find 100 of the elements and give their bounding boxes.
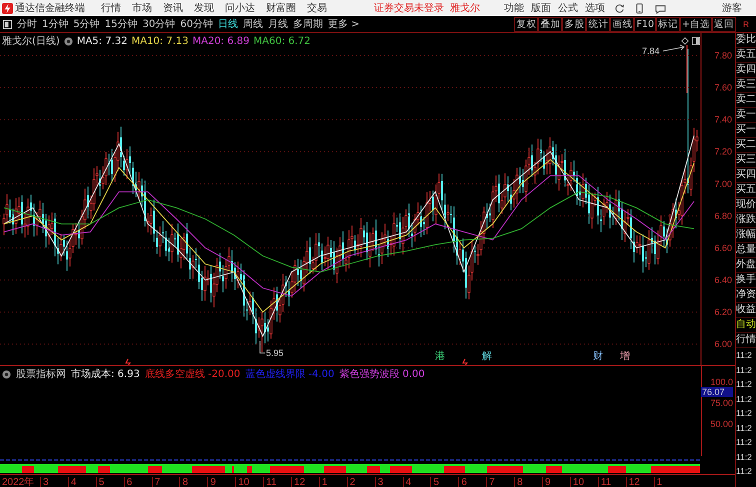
trade-time: 11:2 xyxy=(736,392,753,406)
quote-field-label: 收益 xyxy=(736,303,756,318)
period-tab[interactable]: 1分钟 xyxy=(42,17,68,31)
menu-item[interactable]: 市场 xyxy=(132,1,152,15)
chart-title: 雅戈尔(日线) xyxy=(2,34,60,48)
high-price-label: 7.84 xyxy=(642,46,660,56)
menu-item[interactable]: 版面 xyxy=(531,1,551,15)
indicator-axis-label: 100.0 xyxy=(709,376,734,388)
event-marker[interactable]: 解 xyxy=(482,351,492,362)
indicator-axis-label: 75.00 xyxy=(709,397,734,409)
menu-item[interactable]: 资讯 xyxy=(163,1,183,15)
trade-time: 11:2 xyxy=(736,378,753,391)
phone-icon[interactable] xyxy=(634,2,645,14)
trade-time: 11:2 xyxy=(736,436,753,449)
toolbar-button[interactable]: 返回 xyxy=(712,16,736,32)
period-tab[interactable]: 5分钟 xyxy=(73,17,100,31)
toolbar-button[interactable]: 叠加 xyxy=(538,16,562,32)
price-axis-label: 6.80 xyxy=(714,210,732,221)
period-tab[interactable]: 更多 > xyxy=(328,17,360,31)
indicator-value: 市场成本: 6.93 xyxy=(71,368,140,381)
menu-item[interactable]: 行情 xyxy=(101,1,121,15)
quote-field-label: 行情 xyxy=(736,333,756,348)
price-axis-label: 7.00 xyxy=(714,178,732,189)
period-tab[interactable]: 30分钟 xyxy=(142,17,176,31)
date-axis-label: 2022年 xyxy=(1,476,36,487)
toolbar-button[interactable]: 标记 xyxy=(656,16,680,32)
indicator-value: 蓝色虚线界限 -4.00 xyxy=(245,368,334,381)
message-icon[interactable] xyxy=(654,2,667,14)
date-axis-label: 11 xyxy=(598,476,626,487)
date-axis-label: 6 xyxy=(458,476,486,487)
price-axis-label: 6.60 xyxy=(714,242,732,253)
date-axis-label: 5 xyxy=(96,476,124,487)
toolbar-button[interactable]: 画线 xyxy=(610,16,634,32)
toolbar-button[interactable]: 多股 xyxy=(562,16,586,32)
window-icon[interactable] xyxy=(692,37,700,45)
diamond-icon[interactable] xyxy=(681,37,689,45)
menu-item[interactable]: 财富圈 xyxy=(266,1,296,15)
quote-field-label: 买四 xyxy=(736,168,756,183)
trade-time: 11:2 xyxy=(736,465,753,478)
trade-time: 11:2 xyxy=(736,450,753,464)
app-title: 通达信金融终端 xyxy=(15,2,85,15)
period-tab[interactable]: 日线 xyxy=(218,17,238,31)
price-axis-label: 7.60 xyxy=(714,82,732,93)
leader-line xyxy=(662,44,685,52)
period-tab[interactable]: 月线 xyxy=(268,17,288,31)
event-marker[interactable]: 财 xyxy=(593,351,603,362)
date-axis-label: 10 xyxy=(570,476,598,487)
toolbar-button[interactable]: 复权 xyxy=(514,16,538,32)
period-tab[interactable]: 分时 xyxy=(17,17,37,31)
user-label[interactable]: 游客 xyxy=(722,1,742,15)
quote-field-label: 买五 xyxy=(736,183,756,198)
quote-panel-header: R xyxy=(742,20,750,28)
login-status[interactable]: 证券交易未登录 xyxy=(374,1,444,15)
menu-item[interactable]: 公式 xyxy=(558,1,578,15)
toolbar-button[interactable]: +自选 xyxy=(680,16,712,32)
event-marker[interactable]: 增 xyxy=(620,351,630,362)
menu-item[interactable]: 发现 xyxy=(194,1,214,15)
period-tab[interactable]: 多周期 xyxy=(292,17,323,31)
date-axis-label: 5 xyxy=(430,476,458,487)
quote-field-label: 买一 xyxy=(736,123,756,138)
settings-icon[interactable] xyxy=(64,36,73,46)
trade-time: 11:2 xyxy=(736,364,753,376)
date-axis-label: 2 xyxy=(346,476,375,487)
quote-field-label: 委比 xyxy=(736,33,756,48)
date-axis-label: 3 xyxy=(374,476,403,487)
price-axis-label: 7.20 xyxy=(714,146,732,157)
marker-icon xyxy=(125,358,131,365)
quote-field-label: 卖三 xyxy=(736,78,756,93)
leader-line xyxy=(260,340,266,354)
period-tab[interactable]: 15分钟 xyxy=(104,17,138,31)
indicator-value: 底线多空虚线 -20.00 xyxy=(144,368,240,381)
date-axis-label: 10 xyxy=(235,476,264,487)
date-axis-label: 1 xyxy=(318,476,347,487)
toolbar-button[interactable]: F10 xyxy=(634,16,656,32)
date-axis-label: 1 xyxy=(654,476,682,487)
quote-field-label: 买二 xyxy=(736,138,756,153)
date-axis-label: 4 xyxy=(68,476,96,487)
price-axis-label: 6.00 xyxy=(714,339,732,350)
price-axis-label: 7.80 xyxy=(714,50,732,60)
event-marker[interactable]: 港 xyxy=(435,351,445,362)
quote-field-label: 卖五 xyxy=(736,48,756,63)
menu-item[interactable]: 功能 xyxy=(504,1,524,15)
marker-icon xyxy=(462,358,468,365)
indicator-value: MA60: 6.72 xyxy=(254,36,311,46)
period-tab[interactable]: 60分钟 xyxy=(180,17,213,31)
date-axis-label: 9 xyxy=(207,476,236,487)
trade-time: 11:2 xyxy=(736,349,753,362)
quote-field-label: 自动 xyxy=(736,318,756,333)
period-tab[interactable]: 周线 xyxy=(242,17,263,31)
refresh-icon[interactable] xyxy=(614,2,625,14)
trade-time: 11:2 xyxy=(736,422,753,434)
indicator-name: 股票指标网 xyxy=(16,368,66,381)
date-axis-label: 8 xyxy=(179,476,208,487)
panel-toggle-icon[interactable] xyxy=(3,20,12,28)
menu-item[interactable]: 交易 xyxy=(307,1,327,15)
quote-field-label: 现价 xyxy=(736,198,756,213)
toolbar-button[interactable]: 统计 xyxy=(586,16,610,32)
menu-item[interactable]: 选项 xyxy=(585,1,605,15)
settings-icon[interactable] xyxy=(2,370,11,378)
menu-item[interactable]: 问小达 xyxy=(225,1,255,15)
